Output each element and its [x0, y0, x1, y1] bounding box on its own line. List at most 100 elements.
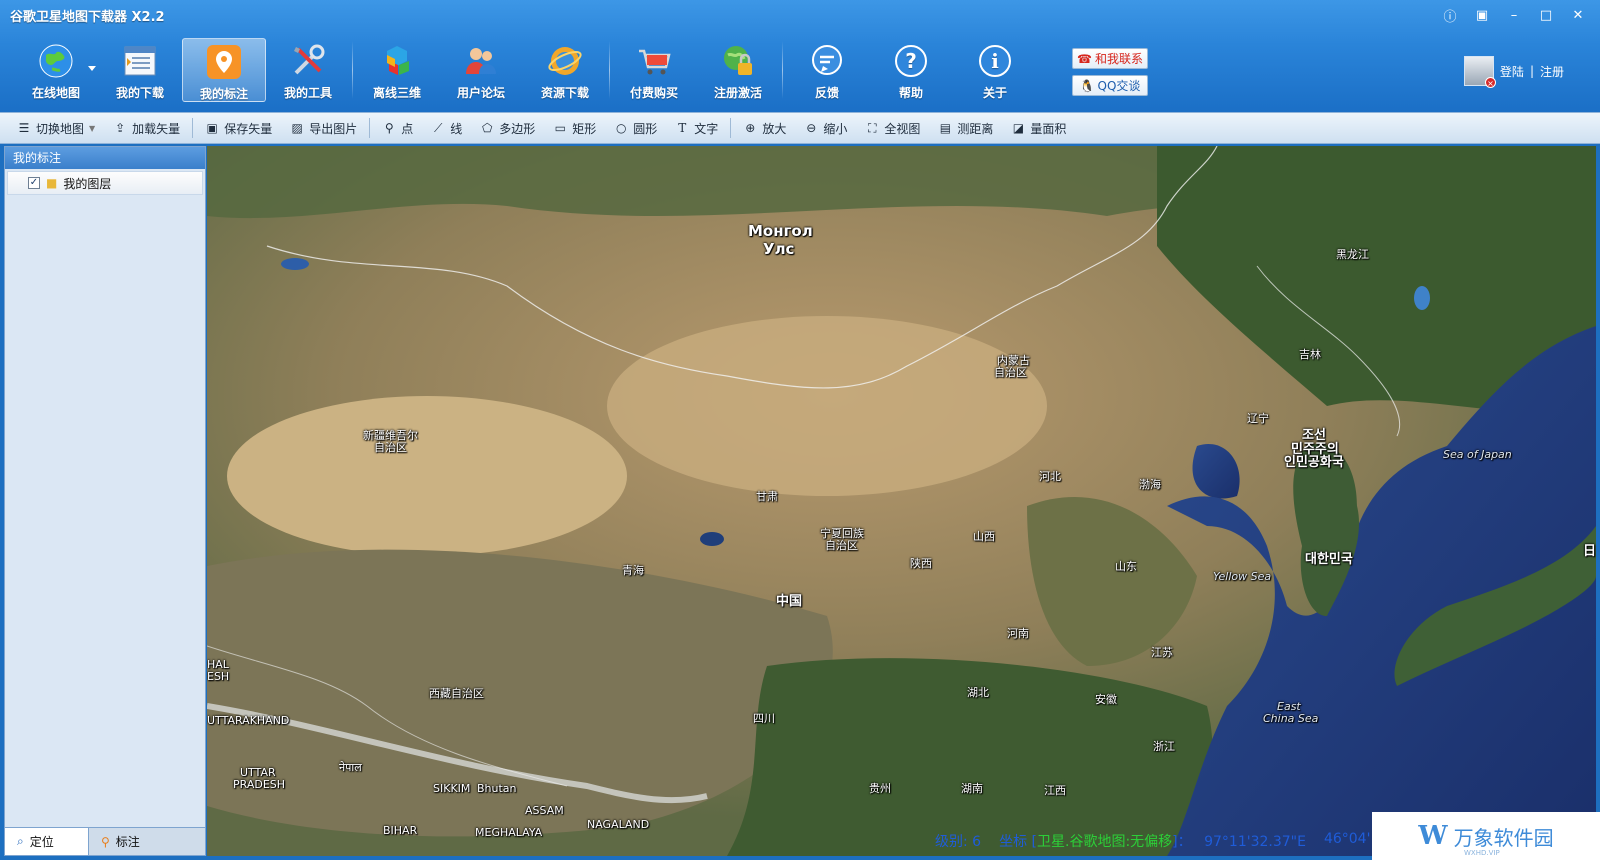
minimize-button[interactable]: –	[1500, 4, 1528, 26]
layer-tree-item[interactable]: ✓ ■ 我的图层	[7, 171, 203, 195]
about-window-button[interactable]: ⓘ	[1436, 4, 1464, 26]
load-vector-button[interactable]: ⇪ 加载矢量	[104, 115, 189, 141]
map-label: 自治区	[374, 441, 407, 454]
circle-icon: ○	[616, 121, 627, 135]
map-label: 陕西	[910, 557, 932, 570]
tab-mark[interactable]: ⚲ 标注	[89, 828, 152, 855]
map-label: 山东	[1115, 560, 1137, 573]
satellite-map[interactable]: Монгол Улс 黑龙江 吉林 辽宁 内蒙古 自治区 新疆维吾尔 自治区 甘…	[207, 146, 1596, 856]
zoom-in-icon: ⊕	[745, 121, 756, 135]
toolbar-resource-download[interactable]: 资源下载	[523, 38, 607, 102]
qq-chat-label: QQ交谈	[1097, 79, 1141, 93]
measure-distance-button[interactable]: ▤ 测距离	[929, 115, 1002, 141]
polyline-icon: ⟋	[434, 120, 443, 135]
save-vector-button[interactable]: ▣ 保存矢量	[196, 115, 281, 141]
map-label: PRADESH	[233, 778, 286, 791]
measure-area-button[interactable]: ◪ 量面积	[1002, 115, 1075, 141]
register-link[interactable]: 注册	[1540, 63, 1564, 80]
longitude: 97°11'32.37"E	[1204, 834, 1306, 850]
export-image-button[interactable]: ▨ 导出图片	[281, 115, 366, 141]
map-label: UTTARAKHAND	[207, 714, 290, 727]
switch-map-button[interactable]: ☰ 切换地图 ▼	[8, 115, 104, 141]
draw-point-button[interactable]: ⚲ 点	[373, 115, 422, 141]
toolbar-register-activate-label: 注册激活	[713, 86, 762, 100]
load-vector-label: 加载矢量	[132, 121, 181, 136]
login-link[interactable]: 登陆	[1500, 63, 1524, 80]
map-label: ASSAM	[525, 804, 564, 817]
pin-icon: ⚲	[101, 834, 110, 849]
draw-circle-label: 圆形	[633, 121, 658, 136]
draw-text-label: 文字	[694, 121, 719, 136]
lock-globe-icon	[719, 42, 757, 80]
toolbar-resource-download-label: 资源下载	[540, 86, 589, 100]
marks-panel-header: 我的标注	[5, 147, 205, 169]
list-icon: ☰	[18, 121, 30, 135]
contact-icon: ☎	[1077, 51, 1092, 66]
map-label: 甘肃	[756, 490, 778, 503]
map-label: SIKKIM	[433, 782, 471, 795]
close-button[interactable]: ✕	[1564, 4, 1592, 26]
toolbar-user-forum[interactable]: 用户论坛	[439, 38, 523, 102]
toolbar-purchase[interactable]: 付费购买	[612, 38, 696, 102]
zoom-out-button[interactable]: ⊖ 缩小	[795, 115, 856, 141]
ruler-icon: ▤	[939, 121, 952, 135]
toolbar-my-marks-label: 我的标注	[199, 87, 248, 101]
skin-button[interactable]: ▣	[1468, 4, 1496, 26]
contact-group: ☎ 和我联系 🐧 QQ交谈	[1072, 48, 1148, 96]
zoom-in-button[interactable]: ⊕ 放大	[734, 115, 795, 141]
map-label: BIHAR	[383, 824, 418, 837]
draw-polygon-label: 多边形	[499, 121, 536, 136]
coord-suffix: ]：	[1172, 834, 1192, 850]
status-bar: 级别: 6 坐标 [卫星.谷歌地图:无偏移]： 97°11'32.37"E 46…	[935, 831, 1370, 851]
toolbar-register-activate[interactable]: 注册激活	[696, 38, 780, 102]
map-label: Sea of Japan	[1443, 448, 1512, 461]
secondary-toolbar: ☰ 切换地图 ▼ ⇪ 加载矢量 ▣ 保存矢量 ▨ 导出图片 ⚲ 点 ⟋ 线 ⬠ …	[0, 112, 1600, 144]
watermark-text: 万象软件园	[1453, 825, 1554, 850]
toolbar-my-marks[interactable]: 我的标注	[182, 38, 266, 102]
map-label: Монгол	[748, 222, 813, 240]
full-view-label: 全视图	[884, 121, 921, 136]
top-banner: 谷歌卫星地图下载器 X2.2 ⓘ ▣ – □ ✕ 在线地图 我的下载 我的标注	[0, 0, 1600, 112]
map-label: 辽宁	[1247, 412, 1269, 425]
tab-locate[interactable]: ⌕ 定位	[5, 828, 89, 855]
user-area: × 登陆 | 注册	[1463, 56, 1564, 88]
rectangle-icon: ▭	[554, 121, 566, 135]
map-label: ESH	[207, 670, 230, 683]
maximize-button[interactable]: □	[1532, 4, 1560, 26]
layer-checkbox[interactable]: ✓	[28, 177, 40, 189]
text-icon: T	[678, 121, 687, 135]
svg-text:i: i	[991, 49, 999, 73]
full-view-button[interactable]: ⛶ 全视图	[856, 115, 929, 141]
locate-icon: ⌕	[17, 834, 24, 848]
draw-text-button[interactable]: T 文字	[666, 115, 727, 141]
coord-source: 卫星.谷歌地图:无偏移	[1037, 834, 1173, 850]
contact-me-button[interactable]: ☎ 和我联系	[1072, 48, 1148, 69]
area-icon: ◪	[1012, 121, 1025, 135]
toolbar-feedback[interactable]: 反馈	[785, 38, 869, 102]
zoom-in-label: 放大	[762, 121, 787, 136]
map-label: 四川	[753, 712, 775, 725]
avatar[interactable]: ×	[1463, 56, 1496, 88]
chevron-down-icon[interactable]	[88, 66, 96, 71]
toolbar-my-downloads[interactable]: 我的下载	[98, 38, 182, 102]
svg-text:?: ?	[905, 49, 917, 73]
toolbar-offline-3d[interactable]: 离线三维	[355, 38, 439, 102]
toolbar-help[interactable]: ? 帮助	[869, 38, 953, 102]
map-label: 湖南	[961, 782, 983, 795]
draw-rectangle-button[interactable]: ▭ 矩形	[544, 115, 605, 141]
draw-polygon-button[interactable]: ⬠ 多边形	[471, 115, 544, 141]
watermark-logo: W	[1418, 821, 1448, 851]
map-label: 西藏自治区	[429, 687, 484, 700]
draw-line-button[interactable]: ⟋ 线	[422, 115, 471, 141]
watermark: W 万象软件园 WXHD.VIP	[1372, 812, 1600, 860]
draw-point-label: 点	[401, 121, 414, 136]
qq-chat-button[interactable]: 🐧 QQ交谈	[1072, 75, 1148, 96]
user-separator: |	[1529, 64, 1534, 78]
main-toolbar: 在线地图 我的下载 我的标注 我的工具 离线三维 用户论坛 资源下载 付费购买 …	[14, 38, 1037, 104]
draw-circle-button[interactable]: ○ 圆形	[605, 115, 666, 141]
shopping-cart-icon	[635, 42, 673, 80]
toolbar-online-map[interactable]: 在线地图	[14, 38, 98, 102]
toolbar-my-tools[interactable]: 我的工具	[266, 38, 350, 102]
toolbar-about[interactable]: i 关于	[953, 38, 1037, 102]
layer-name: 我的图层	[63, 176, 112, 191]
